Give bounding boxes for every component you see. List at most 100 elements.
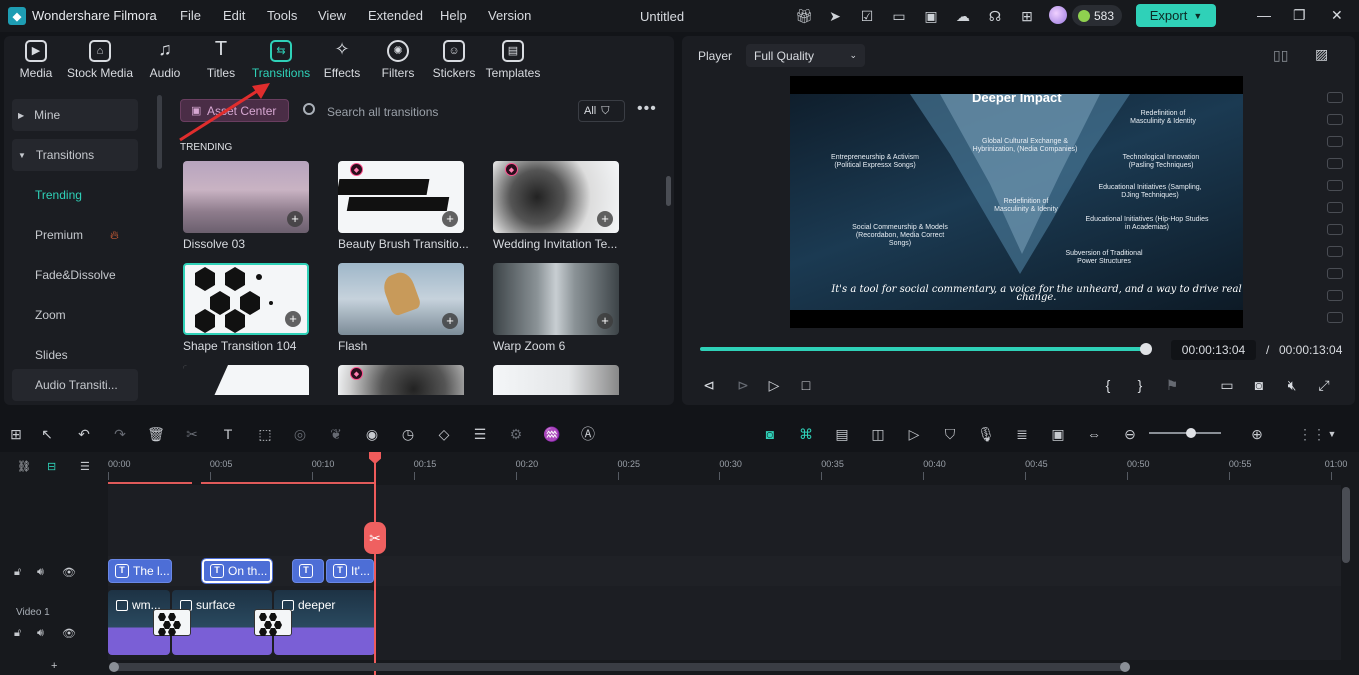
tab-stock-media[interactable]: ⌂ Stock Media [66,40,134,86]
sidebar-scrollbar[interactable] [157,95,162,169]
progress-handle[interactable] [1140,343,1152,355]
link-icon[interactable]: ⛓ [17,460,31,473]
close-icon[interactable]: ✕ [1331,7,1343,24]
microphone-icon[interactable]: 🎙︎ [977,425,995,443]
sidebar-item-fade-dissolve[interactable]: Fade&Dissolve [12,259,138,291]
zoom-slider-handle[interactable] [1186,428,1196,438]
voiceover-icon[interactable]: ≣ [1013,425,1031,443]
library-scrollbar[interactable] [666,176,671,206]
stabilize-icon[interactable]: ⚙ [507,425,525,443]
asset-center-button[interactable]: ▣ Asset Center [180,99,289,122]
transition-card-warp-zoom-6[interactable]: + [493,263,619,335]
keyframe-icon[interactable]: ◇ [435,425,453,443]
save-icon[interactable]: ▣ [923,8,939,24]
filter-dropdown[interactable]: All ⛉ [578,100,625,122]
transition-card[interactable] [493,365,619,395]
layout-icon[interactable]: ▭ [891,8,907,24]
add-icon[interactable]: + [597,313,613,329]
credits-badge[interactable]: 583 [1072,5,1122,26]
sidebar-item-trending[interactable]: Trending [12,179,138,211]
next-frame-icon[interactable]: ⊳ [734,377,752,394]
record-screen-icon[interactable]: ◫ [869,425,887,443]
menu-view[interactable]: View [318,8,346,23]
add-track-icon[interactable]: ⊟ [47,460,56,473]
replace-icon[interactable]: ▣ [1049,425,1067,443]
previous-frame-icon[interactable]: ⊲ [700,377,718,394]
text-clip[interactable]: T The l... [108,559,172,583]
tab-templates[interactable]: ▤ Templates [486,40,540,86]
mask-icon[interactable]: ❦ [327,425,345,443]
scroll-handle-right[interactable] [1120,662,1130,672]
transition-card-wedding-invitation[interactable]: ◆ + [493,161,619,233]
eye-icon[interactable]: 👁︎ [62,627,76,640]
export-button[interactable]: Export ▼ [1136,4,1216,27]
transition-marker[interactable] [153,609,191,636]
mark-out-icon[interactable]: } [1131,377,1149,393]
add-icon[interactable]: + [287,211,303,227]
sidebar-item-slides[interactable]: Slides [12,339,138,371]
crop-icon[interactable]: ⬚ [256,425,274,443]
transition-card-shape-transition-104[interactable]: + [183,263,309,335]
sidebar-item-premium[interactable]: Premium 🔥︎ [12,219,138,251]
add-icon[interactable]: + [442,313,458,329]
sidebar-item-zoom[interactable]: Zoom [12,299,138,331]
lock-icon[interactable]: 🔓︎ [14,627,21,640]
scroll-handle-left[interactable] [109,662,119,672]
lock-icon[interactable]: 🔓︎ [14,566,21,579]
auto-beat-icon[interactable]: ▤ [833,425,851,443]
waveform-icon[interactable]: ▨ [1315,46,1328,63]
eye-icon[interactable]: 👁︎ [62,566,76,579]
mark-in-icon[interactable]: { [1099,377,1117,393]
more-options-icon[interactable]: ••• [637,100,657,118]
transition-card-dissolve-03[interactable]: + [183,161,309,233]
sidebar-item-audio-transitions[interactable]: Audio Transiti... [12,369,138,401]
zoom-out-icon[interactable]: ⊖ [1121,425,1139,443]
time-ruler[interactable]: 00:00 00:05 00:10 00:15 00:20 00:25 00:30 00:35… [108,454,1347,484]
text-clip[interactable]: T [292,559,324,583]
zoom-slider[interactable] [1149,432,1221,434]
audio-sync-icon[interactable]: ♒ [543,425,561,443]
quality-dropdown[interactable]: Full Quality ⌄ [746,44,865,67]
chevron-down-icon[interactable]: ▼ [1323,425,1341,443]
speaker-icon[interactable]: 🔊︎ [37,627,44,640]
select-arrow-icon[interactable]: ↖ [38,425,56,443]
add-icon[interactable]: + [597,211,613,227]
avatar[interactable] [1049,6,1067,24]
ai-mate-icon[interactable]: ◙ [761,425,779,443]
tab-titles[interactable]: T Titles [203,39,239,86]
menu-help[interactable]: Help [440,8,467,23]
undo-icon[interactable]: ↶ [75,425,93,443]
transition-card-beauty-brush[interactable]: ◆ + [338,161,464,233]
play-icon[interactable]: ▷ [765,377,783,394]
shield-icon[interactable]: ⛉ [941,425,959,443]
transition-card[interactable] [183,365,309,395]
menu-edit[interactable]: Edit [223,8,245,23]
add-icon[interactable]: + [51,660,57,672]
marker-icon[interactable]: ⚑ [1163,377,1181,394]
feedback-icon[interactable]: ☑ [859,8,875,24]
snapshot-icon[interactable]: ◙ [1250,377,1268,393]
ai-icon[interactable]: ◉ [363,425,381,443]
speaker-icon[interactable]: 🔊︎ [37,566,44,579]
minimize-icon[interactable]: — [1257,7,1271,23]
text-clip[interactable]: T It'... [326,559,374,583]
cloud-upload-icon[interactable]: ☁ [955,8,971,24]
text-clip-selected[interactable]: T On th... [201,558,273,584]
mute-icon[interactable]: 🔇︎ [1283,377,1301,394]
send-icon[interactable]: ➤ [827,8,843,24]
track-manager-icon[interactable]: ☰ [80,460,90,473]
speed-icon[interactable]: ◷ [399,425,417,443]
add-icon[interactable]: + [442,211,458,227]
menu-tools[interactable]: Tools [267,8,297,23]
split-scissors-icon[interactable]: ✂ [364,522,386,554]
zoom-in-icon[interactable]: ⊕ [1248,425,1266,443]
display-icon[interactable]: ▭ [1218,377,1236,394]
color-icon[interactable]: ◎ [291,425,309,443]
tab-stickers[interactable]: ☺ Stickers [432,40,476,86]
stop-icon[interactable]: □ [797,377,815,393]
menu-file[interactable]: File [180,8,201,23]
fit-icon[interactable]: ⇔ [1085,425,1103,443]
playback-progress-bar[interactable] [700,347,1146,351]
tab-audio[interactable]: ♫ Audio [146,40,184,86]
gift-icon[interactable]: 🎁︎ [795,8,813,24]
